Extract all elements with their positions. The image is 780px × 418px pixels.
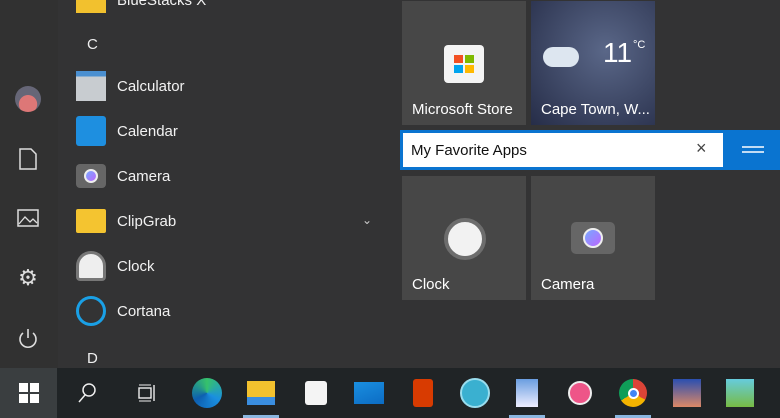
start-rail: ⚙ bbox=[0, 0, 58, 368]
clock-icon bbox=[444, 218, 486, 260]
folder-icon bbox=[76, 0, 106, 13]
list-item-calendar[interactable]: Calendar bbox=[76, 111, 394, 151]
store-bag-icon bbox=[444, 45, 484, 83]
tile-clock[interactable]: Clock bbox=[402, 176, 526, 300]
list-item-bluestacks[interactable]: BlueStacks X bbox=[76, 0, 394, 20]
clock-icon bbox=[76, 251, 106, 281]
microsoft-store-icon[interactable] bbox=[292, 368, 340, 418]
cortana-icon bbox=[76, 296, 106, 326]
camera-icon bbox=[571, 222, 615, 254]
pictures-icon[interactable] bbox=[14, 204, 42, 232]
documents-icon[interactable] bbox=[14, 145, 42, 173]
edge-icon[interactable] bbox=[183, 368, 231, 418]
hill-climb-game-icon[interactable] bbox=[716, 368, 764, 418]
game-app-icon[interactable] bbox=[663, 368, 711, 418]
calendar-icon bbox=[76, 116, 106, 146]
section-letter-c[interactable]: C bbox=[87, 36, 98, 53]
cloud-icon bbox=[543, 47, 579, 67]
snipping-tool-icon[interactable] bbox=[556, 368, 604, 418]
office-icon[interactable] bbox=[399, 368, 447, 418]
group-name-bar: × bbox=[400, 130, 780, 170]
windows-logo-icon bbox=[18, 383, 39, 403]
power-icon[interactable] bbox=[14, 325, 42, 353]
group-name-input[interactable] bbox=[403, 133, 723, 167]
chrome-icon[interactable] bbox=[609, 368, 657, 418]
chevron-down-icon[interactable]: ⌄ bbox=[362, 213, 372, 227]
mail-icon[interactable] bbox=[345, 368, 393, 418]
calculator-icon bbox=[76, 71, 106, 101]
app-circle-icon[interactable] bbox=[451, 368, 499, 418]
user-avatar[interactable] bbox=[14, 85, 42, 113]
section-letter-d[interactable]: D bbox=[87, 350, 98, 367]
start-button[interactable] bbox=[0, 368, 57, 418]
search-icon[interactable] bbox=[63, 368, 111, 418]
tile-microsoft-store[interactable]: Microsoft Store bbox=[402, 1, 526, 125]
clear-close-icon[interactable]: × bbox=[696, 138, 707, 159]
list-item-clock[interactable]: Clock bbox=[76, 246, 394, 286]
list-item-clipgrab[interactable]: ClipGrab ⌄ bbox=[76, 201, 394, 241]
settings-gear-icon[interactable]: ⚙ bbox=[14, 264, 42, 292]
folder-icon bbox=[76, 209, 106, 233]
paint-app-icon[interactable] bbox=[503, 368, 551, 418]
list-item-calculator[interactable]: Calculator bbox=[76, 66, 394, 106]
list-item-cortana[interactable]: Cortana bbox=[76, 291, 394, 331]
drag-handle-button[interactable] bbox=[725, 130, 780, 170]
tile-weather[interactable]: 11 °C Cape Town, W... bbox=[531, 1, 655, 125]
file-explorer-icon[interactable] bbox=[237, 368, 285, 418]
app-list: BlueStacks X C Calculator Calendar Camer… bbox=[58, 0, 396, 368]
taskbar bbox=[0, 368, 780, 418]
list-item-camera[interactable]: Camera bbox=[76, 156, 394, 196]
tile-camera[interactable]: Camera bbox=[531, 176, 655, 300]
task-view-icon[interactable] bbox=[123, 368, 171, 418]
camera-icon bbox=[76, 164, 106, 188]
